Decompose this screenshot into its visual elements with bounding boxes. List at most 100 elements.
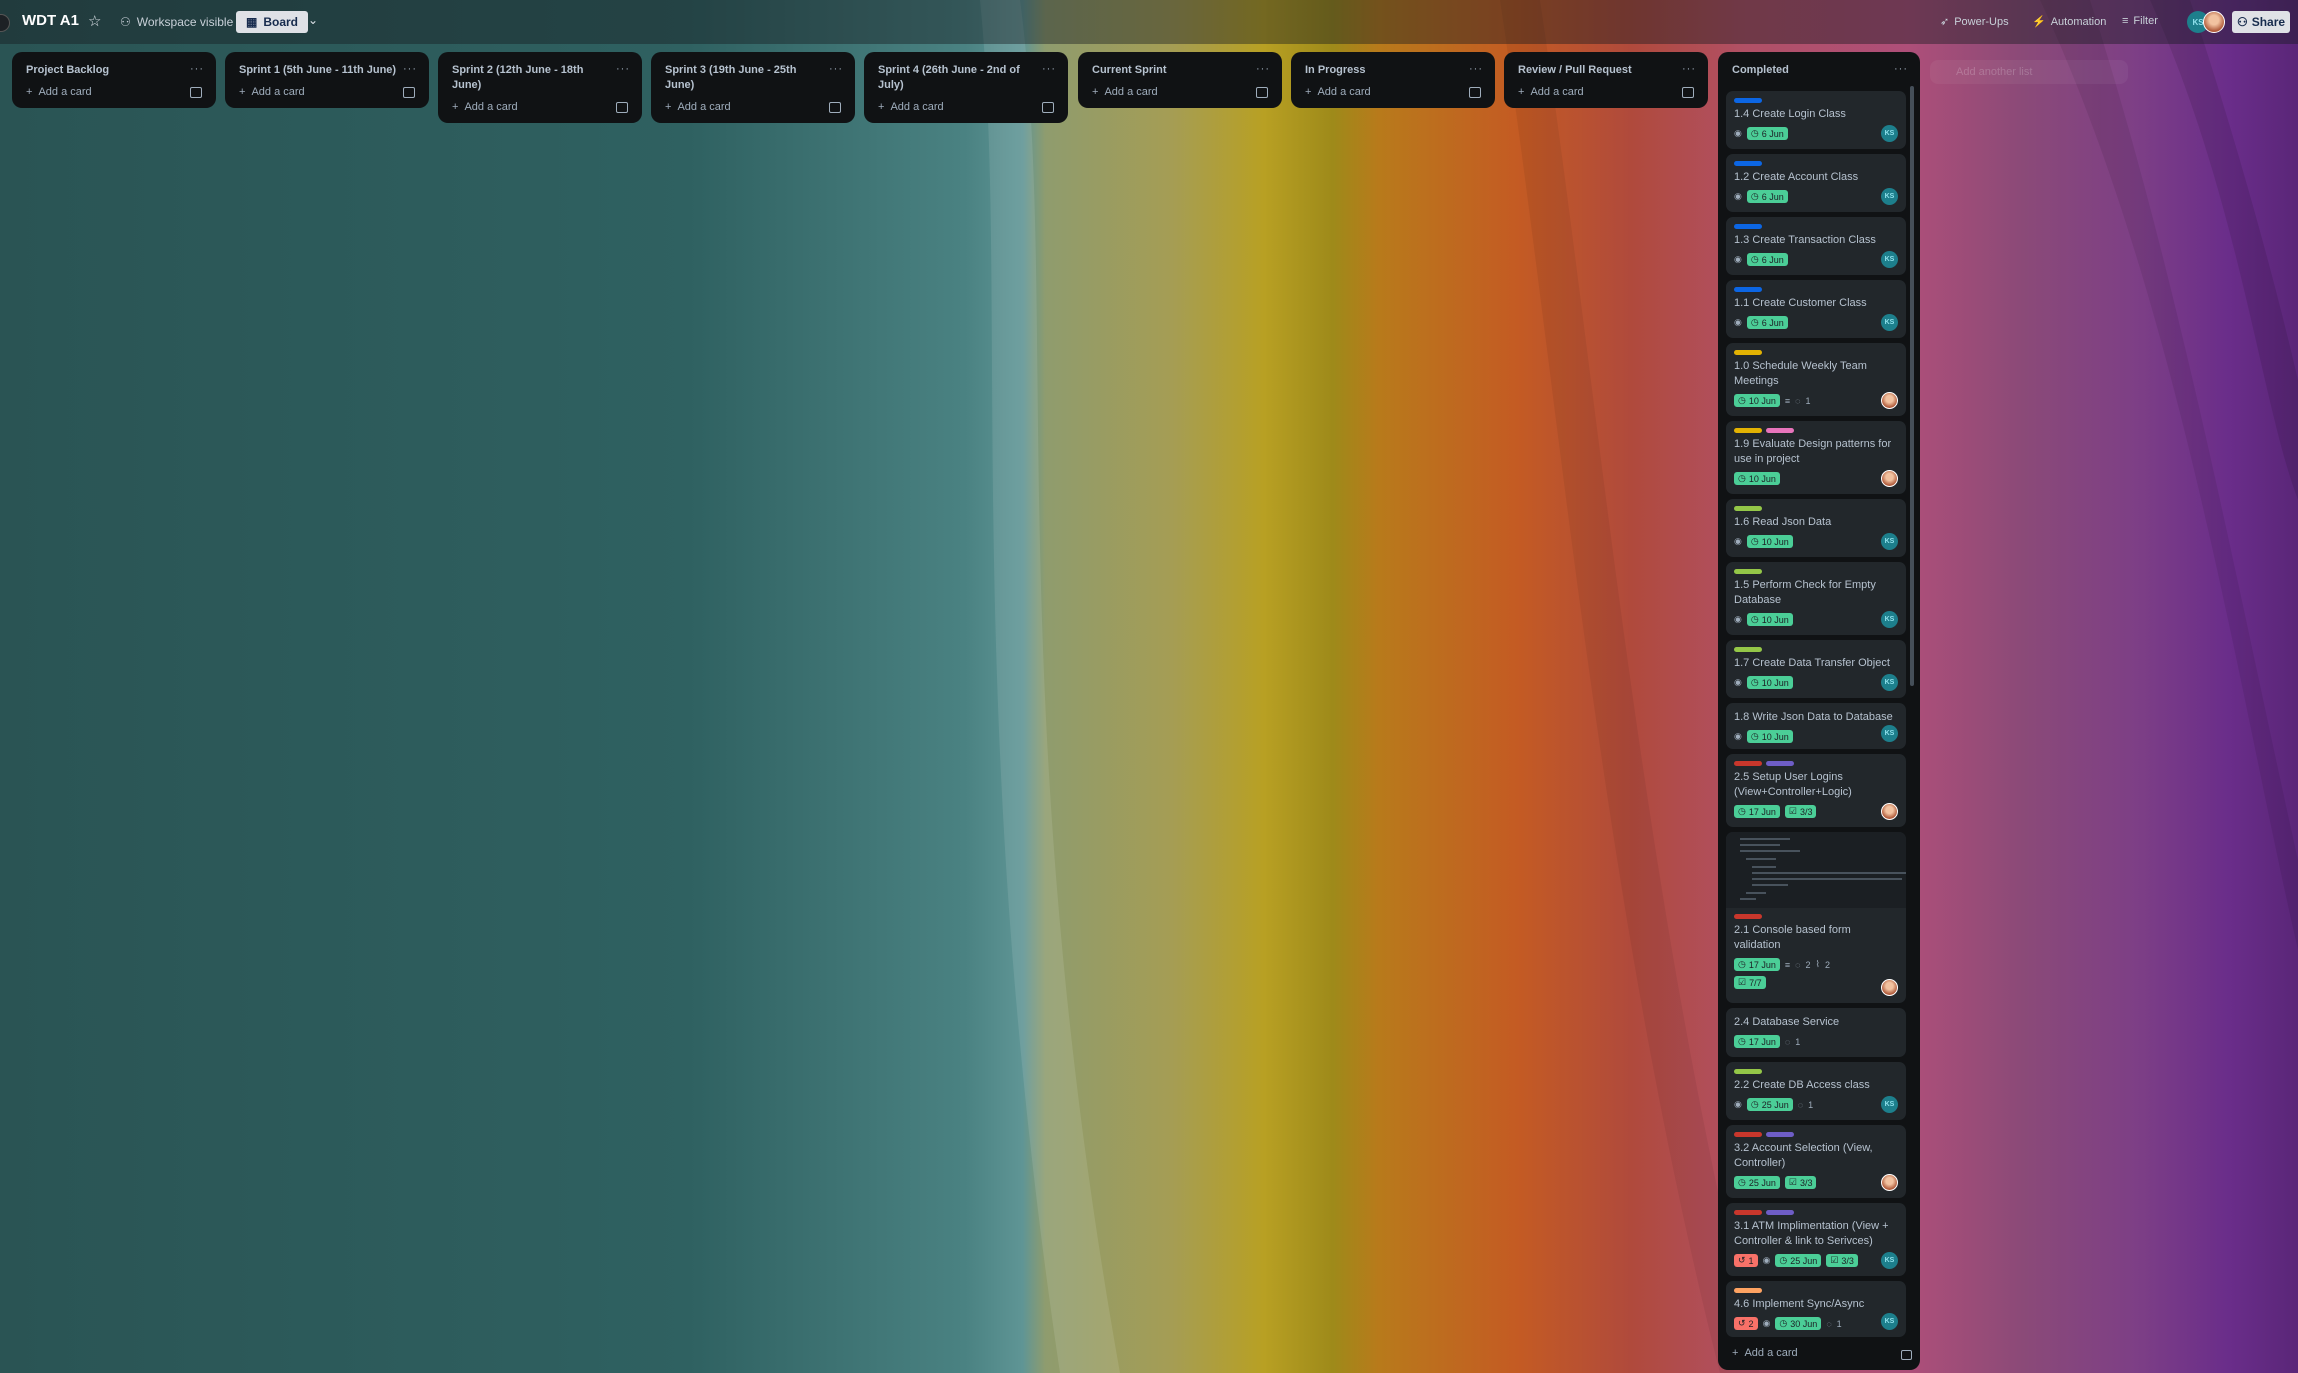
card[interactable]: 1.0 Schedule Weekly Team Meetings ◷ 10 Ju… bbox=[1726, 343, 1906, 416]
card[interactable]: 4.6 Implement Sync/Async ↺ 2 ◉ ◷ 30 Jun ◌ 1 KS bbox=[1726, 1281, 1906, 1337]
due-date-badge[interactable]: ◷ 10 Jun bbox=[1746, 676, 1793, 689]
card[interactable]: 3.1 ATM Implimentation (View + Controlle… bbox=[1726, 1203, 1906, 1276]
card-title: 2.4 Database Service bbox=[1734, 1016, 1840, 1028]
power-ups-button[interactable]: ➶ Power-Ups bbox=[1940, 15, 2009, 29]
add-card-button[interactable]: + Add a card bbox=[1518, 86, 1584, 98]
member-avatar-photo[interactable] bbox=[1881, 392, 1898, 409]
template-icon[interactable] bbox=[1682, 86, 1694, 98]
star-icon[interactable]: ☆ bbox=[88, 12, 101, 30]
list-title[interactable]: Sprint 4 (26th June - 2nd of July) bbox=[878, 63, 1038, 93]
member-avatar-photo[interactable] bbox=[1881, 979, 1898, 996]
list-title[interactable]: Sprint 1 (5th June - 11th June) bbox=[239, 63, 399, 78]
more-icon[interactable]: ··· bbox=[1042, 63, 1056, 75]
add-card-button[interactable]: + Add a card bbox=[1092, 86, 1158, 98]
template-icon[interactable] bbox=[1469, 86, 1481, 98]
more-icon[interactable]: ··· bbox=[829, 63, 843, 75]
template-icon[interactable] bbox=[1901, 1350, 1912, 1360]
add-card-button[interactable]: + Add a card bbox=[1732, 1347, 1798, 1359]
due-date-badge[interactable]: ◷ 6 Jun bbox=[1746, 127, 1788, 140]
member-avatar-photo[interactable] bbox=[1881, 470, 1898, 487]
share-button[interactable]: ⚇ Share bbox=[2232, 11, 2290, 33]
due-date-badge[interactable]: ◷ 30 Jun bbox=[1775, 1317, 1822, 1330]
due-date-badge[interactable]: ◷ 10 Jun bbox=[1746, 613, 1793, 626]
list-title[interactable]: In Progress bbox=[1305, 63, 1465, 78]
member-avatar-photo[interactable] bbox=[1881, 1174, 1898, 1191]
more-icon[interactable]: ··· bbox=[1256, 63, 1270, 75]
due-date-badge[interactable]: ◷ 25 Jun bbox=[1734, 1176, 1780, 1189]
due-date-badge[interactable]: ◷ 10 Jun bbox=[1734, 472, 1780, 485]
card[interactable]: 1.6 Read Json Data ◉ ◷ 10 Jun KS bbox=[1726, 499, 1906, 557]
sidebar-toggle[interactable] bbox=[0, 14, 10, 32]
template-icon[interactable] bbox=[1042, 101, 1054, 113]
visibility-button[interactable]: ⚇ Workspace visible bbox=[120, 15, 233, 29]
more-icon[interactable]: ··· bbox=[403, 63, 417, 75]
add-card-button[interactable]: + Add a card bbox=[452, 101, 518, 113]
template-icon[interactable] bbox=[1256, 86, 1268, 98]
template-icon[interactable] bbox=[403, 86, 415, 98]
list-title[interactable]: Sprint 2 (12th June - 18th June) bbox=[452, 63, 612, 93]
add-card-button[interactable]: + Add a card bbox=[1305, 86, 1371, 98]
due-date-badge[interactable]: ◷ 25 Jun bbox=[1746, 1098, 1793, 1111]
list-title[interactable]: Project Backlog bbox=[26, 63, 186, 78]
due-date-badge[interactable]: ◷ 25 Jun bbox=[1775, 1254, 1822, 1267]
template-icon[interactable] bbox=[616, 101, 628, 113]
due-date-badge[interactable]: ◷ 10 Jun bbox=[1746, 535, 1793, 548]
due-date-badge[interactable]: ◷ 10 Jun bbox=[1734, 394, 1780, 407]
due-date-badge[interactable]: ◷ 10 Jun bbox=[1746, 730, 1793, 743]
card[interactable]: 1.5 Perform Check for Empty Database ◉ ◷ 1… bbox=[1726, 562, 1906, 635]
due-date-badge[interactable]: ◷ 6 Jun bbox=[1746, 316, 1788, 329]
member-avatar[interactable]: KS bbox=[1881, 611, 1898, 628]
card[interactable]: 2.5 Setup User Logins (View+Controller+L… bbox=[1726, 754, 1906, 827]
member-avatar[interactable]: KS bbox=[1881, 314, 1898, 331]
add-card-button[interactable]: + Add a card bbox=[26, 86, 92, 98]
member-avatar[interactable]: KS bbox=[1881, 188, 1898, 205]
member-avatar[interactable]: KS bbox=[1881, 1313, 1898, 1330]
card[interactable]: 2.1 Console based form validation ◷ 17 Ju… bbox=[1726, 832, 1906, 1003]
member-avatar[interactable]: KS bbox=[1881, 533, 1898, 550]
card[interactable]: 1.2 Create Account Class ◉ ◷ 6 Jun KS bbox=[1726, 154, 1906, 212]
member-avatar-photo[interactable] bbox=[1881, 803, 1898, 820]
template-icon[interactable] bbox=[190, 86, 202, 98]
member-avatar[interactable]: KS bbox=[1881, 674, 1898, 691]
member-avatar[interactable]: KS bbox=[1881, 1096, 1898, 1113]
card[interactable]: 1.1 Create Customer Class ◉ ◷ 6 Jun KS bbox=[1726, 280, 1906, 338]
member-avatar[interactable]: KS bbox=[1881, 125, 1898, 142]
member-avatar[interactable]: KS bbox=[1881, 725, 1898, 742]
add-card-button[interactable]: + Add a card bbox=[878, 101, 944, 113]
more-icon[interactable]: ··· bbox=[190, 63, 204, 75]
due-date-badge[interactable]: ◷ 6 Jun bbox=[1746, 190, 1788, 203]
due-date-badge[interactable]: ◷ 6 Jun bbox=[1746, 253, 1788, 266]
list-title[interactable]: Current Sprint bbox=[1092, 63, 1252, 78]
card[interactable]: 1.7 Create Data Transfer Object ◉ ◷ 10 Jun… bbox=[1726, 640, 1906, 698]
card[interactable]: 1.8 Write Json Data to Database ◉ ◷ 10 Jun… bbox=[1726, 703, 1906, 749]
due-date-badge[interactable]: ◷ 17 Jun bbox=[1734, 958, 1780, 971]
chevron-down-icon[interactable]: ⌄ bbox=[308, 13, 318, 27]
more-icon[interactable]: ··· bbox=[616, 63, 630, 75]
card[interactable]: 2.2 Create DB Access class ◉ ◷ 25 Jun ◌ 1 KS bbox=[1726, 1062, 1906, 1120]
card[interactable]: 1.4 Create Login Class ◉ ◷ 6 Jun KS bbox=[1726, 91, 1906, 149]
list-title[interactable]: Sprint 3 (19th June - 25th June) bbox=[665, 63, 825, 93]
more-icon[interactable]: ··· bbox=[1894, 63, 1908, 75]
add-card-button[interactable]: + Add a card bbox=[239, 86, 305, 98]
more-icon[interactable]: ··· bbox=[1469, 63, 1483, 75]
member-avatar[interactable]: KS bbox=[1881, 1252, 1898, 1269]
template-icon[interactable] bbox=[829, 101, 841, 113]
list-title[interactable]: Completed bbox=[1732, 63, 1892, 78]
card[interactable]: 1.9 Evaluate Design patterns for use in … bbox=[1726, 421, 1906, 494]
due-date-badge[interactable]: ◷ 17 Jun bbox=[1734, 1035, 1780, 1048]
due-date-badge[interactable]: ◷ 17 Jun bbox=[1734, 805, 1780, 818]
filter-button[interactable]: ≡ Filter bbox=[2122, 15, 2158, 27]
member-avatar-photo[interactable] bbox=[2203, 11, 2225, 33]
board-title[interactable]: WDT A1 bbox=[22, 12, 79, 29]
card[interactable]: 2.4 Database Service ◷ 17 Jun ◌ 1 bbox=[1726, 1008, 1906, 1057]
board-view-button[interactable]: ▦ Board bbox=[236, 11, 309, 33]
card[interactable]: 3.2 Account Selection (View, Controller)… bbox=[1726, 1125, 1906, 1198]
add-another-list-button[interactable]: Add another list bbox=[1930, 60, 2128, 84]
automation-button[interactable]: ⚡ Automation bbox=[2032, 15, 2106, 29]
scrollbar[interactable] bbox=[1910, 86, 1914, 686]
member-avatar[interactable]: KS bbox=[1881, 251, 1898, 268]
more-icon[interactable]: ··· bbox=[1682, 63, 1696, 75]
list-title[interactable]: Review / Pull Request bbox=[1518, 63, 1678, 78]
card[interactable]: 1.3 Create Transaction Class ◉ ◷ 6 Jun KS bbox=[1726, 217, 1906, 275]
add-card-button[interactable]: + Add a card bbox=[665, 101, 731, 113]
